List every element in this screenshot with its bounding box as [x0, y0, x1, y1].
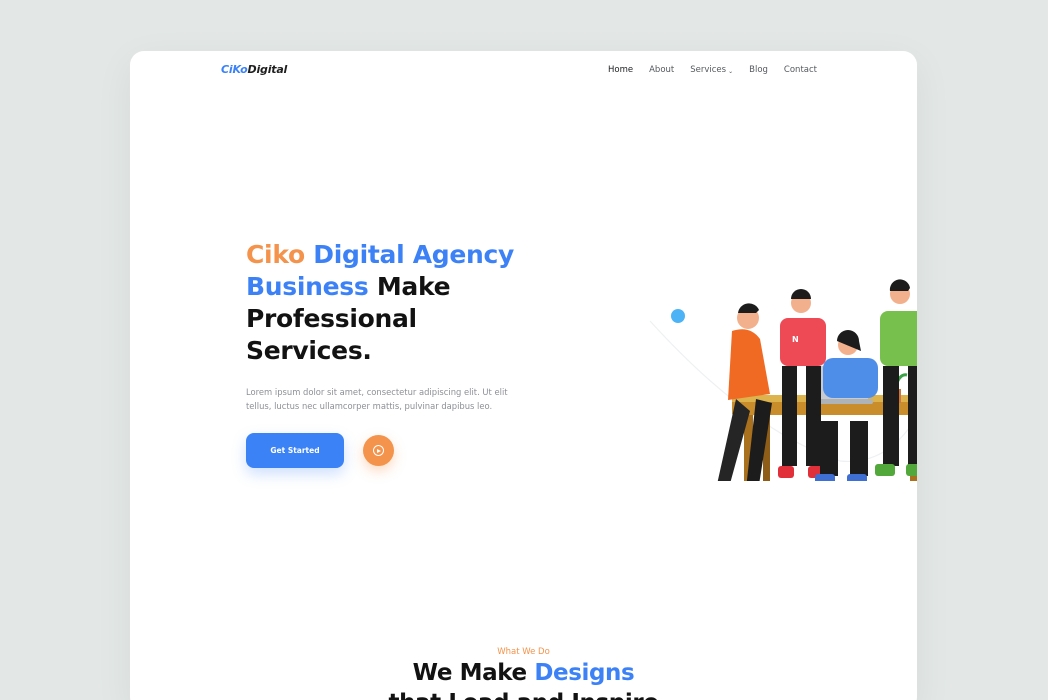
main-nav: Home About Services ⌄ Blog Contact — [608, 65, 817, 75]
hero-description: Lorem ipsum dolor sit amet, consectetur … — [246, 387, 508, 411]
logo-part-digital: Digital — [247, 63, 288, 76]
nav-item-services-label: Services — [690, 65, 727, 75]
section-title: We Make Designs that Lead and Inspire — [130, 658, 917, 700]
logo-part-ciko: CiKo — [221, 63, 248, 76]
svg-text:N: N — [792, 335, 799, 344]
hero-title-business: Business — [246, 272, 369, 301]
section-title-line-2: that Lead and Inspire — [388, 690, 658, 700]
hero-title-professional: Professional — [246, 304, 417, 333]
nav-item-contact[interactable]: Contact — [784, 65, 817, 75]
chevron-down-icon: ⌄ — [728, 67, 734, 75]
get-started-button[interactable]: Get Started — [246, 433, 344, 468]
hero-title-digital-agency: Digital Agency — [313, 240, 515, 269]
nav-item-home[interactable]: Home — [608, 65, 633, 75]
hero-title-services: Services. — [246, 336, 372, 365]
section-title-we-make: We Make — [412, 660, 527, 686]
hero-title-make: Make — [376, 272, 451, 301]
hero-title: Ciko Digital Agency Business Make Profes… — [246, 239, 546, 367]
team-working-illustration: N — [649, 279, 917, 481]
play-video-button[interactable] — [363, 435, 394, 466]
play-icon — [373, 445, 384, 456]
nav-item-services[interactable]: Services ⌄ — [690, 65, 733, 75]
nav-item-about[interactable]: About — [649, 65, 674, 75]
nav-item-blog[interactable]: Blog — [749, 65, 768, 75]
section-eyebrow: What We Do — [497, 647, 550, 657]
landing-page-window: CiKoDigital Home About Services ⌄ Blog C… — [130, 51, 917, 700]
section-title-designs: Designs — [534, 660, 635, 686]
hero-title-ciko: Ciko — [246, 240, 305, 269]
brand-logo[interactable]: CiKoDigital — [221, 63, 287, 76]
